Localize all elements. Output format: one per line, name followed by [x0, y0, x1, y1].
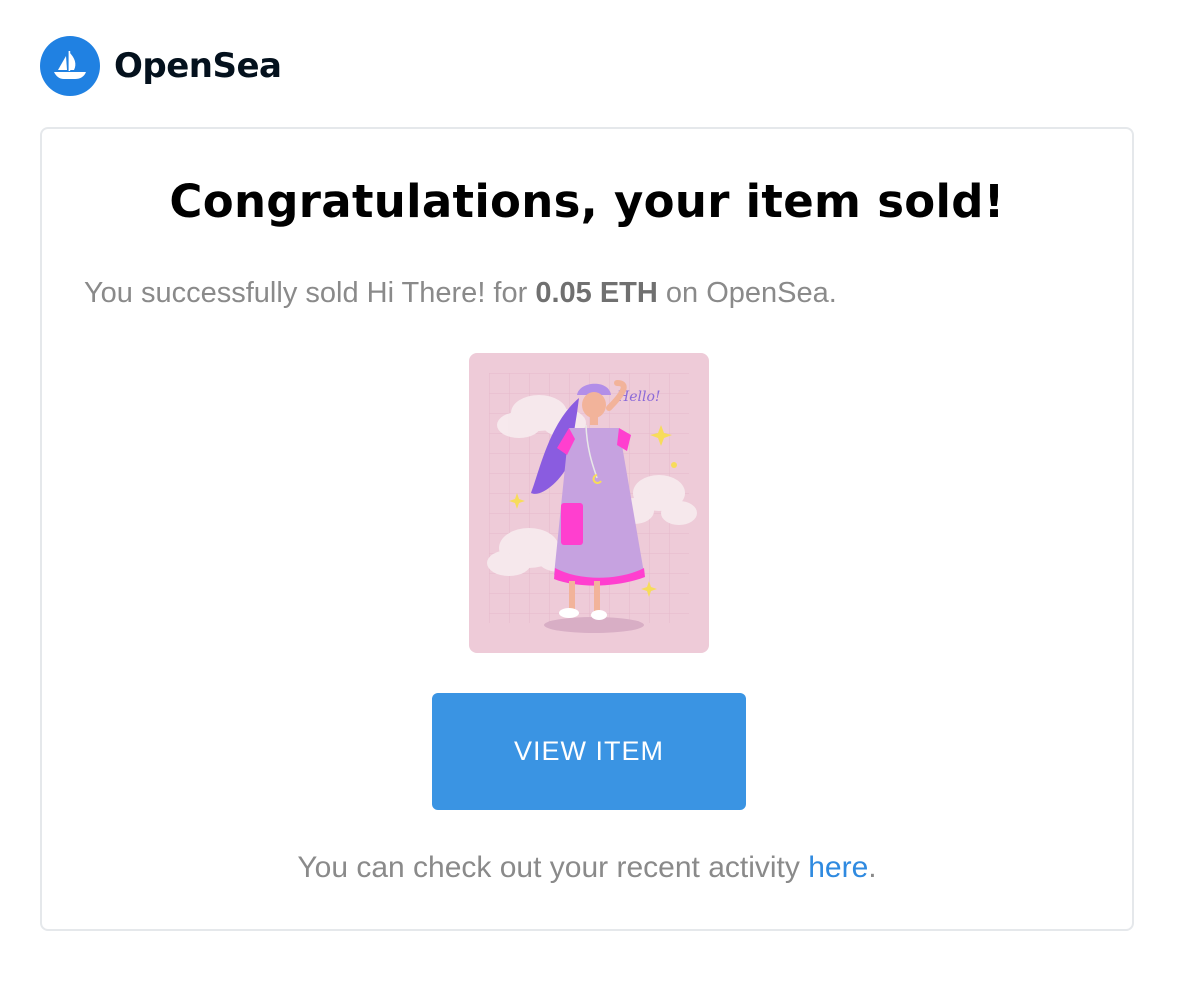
email-header: OpenSea	[40, 36, 282, 96]
view-item-button[interactable]: VIEW ITEM	[432, 693, 746, 810]
sale-message-prefix: You successfully sold Hi There! for	[84, 277, 536, 309]
sale-message: You successfully sold Hi There! for 0.05…	[84, 277, 837, 310]
email-card: Congratulations, your item sold! You suc…	[40, 127, 1134, 931]
nft-artwork-icon: Hello!	[469, 353, 709, 653]
footer-suffix: .	[868, 851, 877, 884]
footer-prefix: You can check out your recent activity	[297, 851, 809, 884]
recent-activity-link[interactable]: here	[808, 851, 868, 884]
headline: Congratulations, your item sold!	[169, 175, 1005, 228]
opensea-logo-icon	[40, 36, 100, 96]
sale-message-suffix: on OpenSea.	[657, 277, 837, 309]
brand-name: OpenSea	[114, 46, 282, 86]
footer-note: You can check out your recent activity h…	[42, 851, 1132, 885]
sale-price: 0.05 ETH	[535, 277, 658, 309]
nft-item-image[interactable]: Hello!	[469, 353, 709, 653]
